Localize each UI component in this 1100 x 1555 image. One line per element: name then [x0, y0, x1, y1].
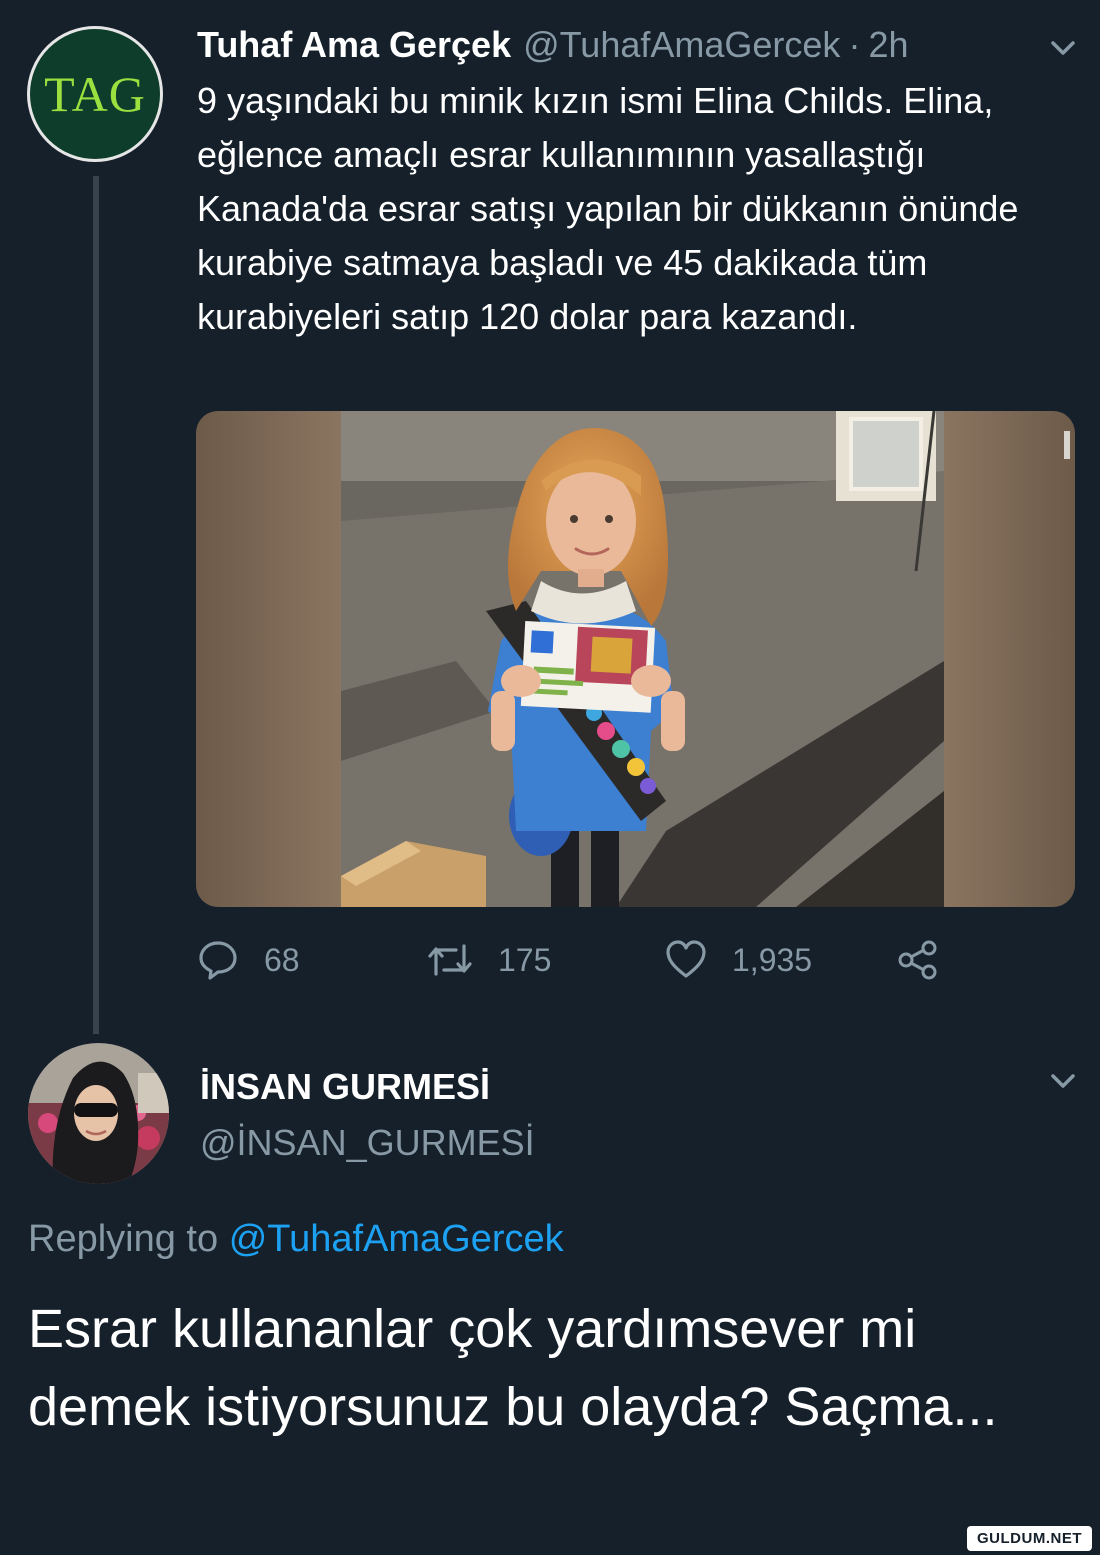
like-count: 1,935	[732, 941, 813, 978]
tweet-timestamp[interactable]: 2h	[868, 24, 908, 66]
like-icon	[666, 940, 706, 978]
like-action[interactable]: 1,935	[664, 932, 812, 988]
avatar-photo-woman-hijab	[28, 1043, 169, 1184]
share-icon	[898, 940, 937, 980]
replying-mention-link[interactable]: @TuhafAmaGercek	[229, 1218, 564, 1260]
author-handle[interactable]: @TuhafAmaGercek	[523, 24, 840, 66]
author-avatar[interactable]: TAG	[27, 26, 163, 162]
chevron-down-icon[interactable]	[1048, 1066, 1078, 1096]
photo-girl-selling-cookies	[196, 411, 1075, 907]
reply-action[interactable]: 68	[196, 932, 300, 988]
author-name[interactable]: Tuhaf Ama Gerçek	[197, 24, 511, 66]
reply-author-name[interactable]: İNSAN GURMESİ	[200, 1066, 490, 1108]
reply-tweet-text: Esrar kullananlar çok yardımsever mi dem…	[28, 1299, 998, 1437]
chevron-down-icon[interactable]	[1048, 33, 1078, 63]
share-action[interactable]	[896, 932, 964, 988]
site-watermark: GULDUM.NET	[967, 1526, 1092, 1551]
replying-to-line: Replying to @TuhafAmaGercek	[28, 1218, 564, 1261]
thread-connector-line	[93, 176, 99, 1034]
tweet-photo[interactable]	[196, 411, 1075, 907]
reply-icon	[199, 941, 237, 980]
header-separator: ·	[848, 24, 861, 65]
reply-author-handle[interactable]: @İNSAN_GURMESİ	[200, 1122, 535, 1164]
replying-prefix: Replying to	[28, 1218, 219, 1260]
reply-author-avatar[interactable]	[28, 1043, 169, 1184]
avatar-logo-text: TAG	[44, 66, 146, 122]
reply-count: 68	[264, 941, 300, 978]
retweet-icon	[428, 944, 472, 976]
tweet-action-bar: 68 175 1,935	[196, 932, 956, 988]
retweet-count: 175	[498, 941, 552, 978]
tweet-text: 9 yaşındaki bu minik kızın ismi Elina Ch…	[197, 80, 1019, 337]
tweet-header: Tuhaf Ama Gerçek @TuhafAmaGercek · 2h	[197, 20, 908, 70]
retweet-action[interactable]: 175	[426, 932, 551, 988]
